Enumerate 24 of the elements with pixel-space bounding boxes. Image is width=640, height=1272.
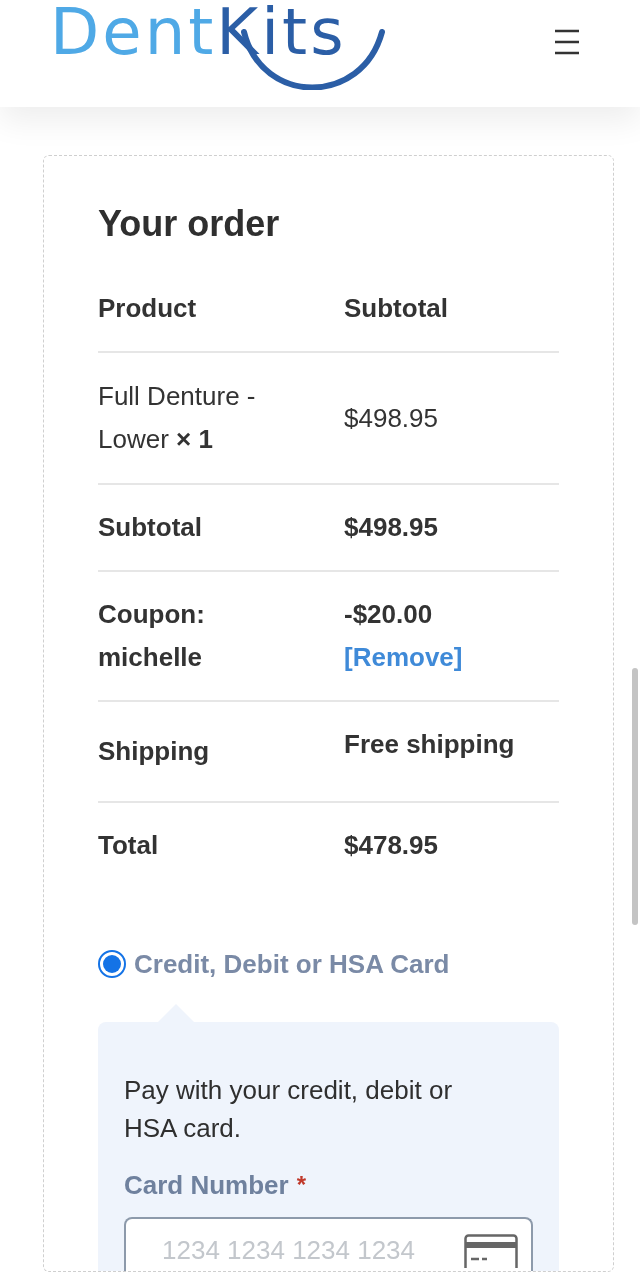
total-value: $478.95	[344, 829, 439, 862]
summary-label: Total	[98, 829, 160, 862]
order-title: Your order	[98, 202, 281, 246]
summary-label: Subtotal	[98, 511, 203, 544]
column-header: Product	[98, 292, 198, 325]
required-mark: *	[296, 1170, 307, 1200]
radio-button[interactable]	[98, 950, 126, 978]
menu-icon	[554, 29, 580, 55]
card-number-input[interactable]: 1234 1234 1234 1234	[124, 1217, 533, 1271]
credit-card-icon	[464, 1234, 518, 1268]
product-name: Full Denture - Lower × 1	[98, 380, 257, 456]
column-header: Subtotal	[344, 292, 449, 325]
summary-label: Coupon: michelle	[98, 598, 206, 674]
remove-coupon-link[interactable]: [Remove]	[344, 636, 463, 679]
subtotal-value: $498.95	[344, 511, 439, 544]
card-number-label: Card Number	[124, 1169, 289, 1202]
payment-description: Pay with your credit, debit or HSA card.	[124, 1074, 454, 1145]
menu-button[interactable]	[554, 29, 580, 55]
payment-method-label[interactable]: Credit, Debit or HSA Card	[134, 944, 450, 984]
summary-label: Shipping	[98, 735, 211, 768]
coupon-amount: -$20.00	[344, 598, 433, 631]
shipping-value: Free shipping	[344, 728, 516, 761]
logo-text[interactable]: DentKits	[50, 0, 347, 64]
line-price: $498.95	[344, 401, 439, 435]
